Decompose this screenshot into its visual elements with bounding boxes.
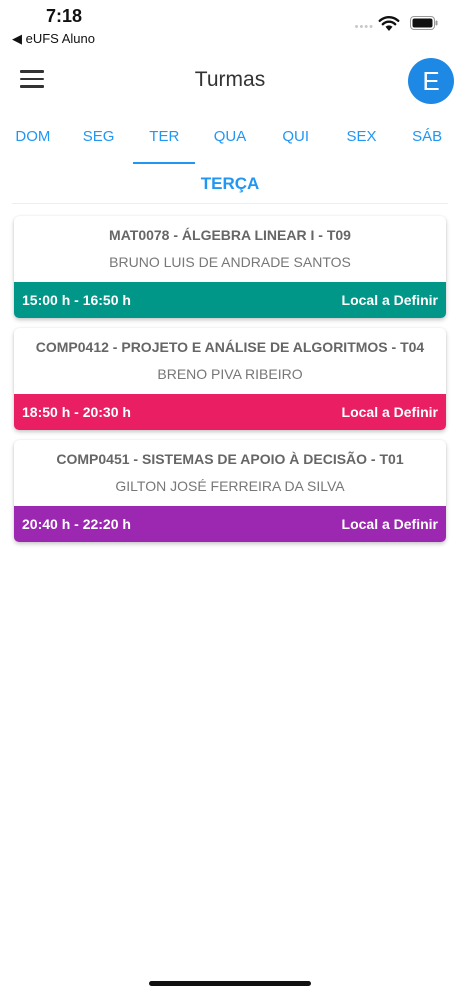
day-heading: TERÇA	[200, 174, 260, 193]
tab-qui[interactable]: QUI	[263, 118, 329, 166]
class-card-body: MAT0078 - ÁLGEBRA LINEAR I - T09 BRUNO L…	[14, 216, 446, 282]
tab-ter[interactable]: TER	[131, 118, 197, 166]
class-card-body: COMP0412 - PROJETO E ANÁLISE DE ALGORITM…	[14, 328, 446, 394]
tab-sab[interactable]: SÁB	[394, 118, 460, 166]
back-to-app-link[interactable]: ◀ eUFS Aluno	[12, 31, 95, 47]
class-card[interactable]: COMP0412 - PROJETO E ANÁLISE DE ALGORITM…	[14, 328, 446, 430]
status-time: 7:18	[46, 6, 83, 26]
class-time: 20:40 h - 22:20 h	[22, 516, 131, 532]
class-time: 15:00 h - 16:50 h	[22, 292, 131, 308]
class-location: Local a Definir	[341, 404, 438, 420]
class-time: 18:50 h - 20:30 h	[22, 404, 131, 420]
course-name: COMP0451 - SISTEMAS DE APOIO À DECISÃO -…	[56, 451, 404, 467]
page-title: Turmas	[194, 68, 266, 91]
course-name: COMP0412 - PROJETO E ANÁLISE DE ALGORITM…	[35, 339, 425, 355]
home-indicator[interactable]	[149, 981, 311, 986]
tab-qua[interactable]: QUA	[197, 118, 263, 166]
course-name: MAT0078 - ÁLGEBRA LINEAR I - T09	[109, 227, 351, 243]
class-location: Local a Definir	[341, 516, 438, 532]
class-card[interactable]: MAT0078 - ÁLGEBRA LINEAR I - T09 BRUNO L…	[14, 216, 446, 318]
teacher-name: GILTON JOSÉ FERREIRA DA SILVA	[115, 478, 345, 494]
class-time-bar: 20:40 h - 22:20 h Local a Definir	[14, 506, 446, 542]
class-list: MAT0078 - ÁLGEBRA LINEAR I - T09 BRUNO L…	[14, 216, 446, 552]
tab-dom[interactable]: DOM	[0, 118, 66, 166]
tab-seg[interactable]: SEG	[66, 118, 132, 166]
class-location: Local a Definir	[341, 292, 438, 308]
divider	[12, 203, 448, 204]
class-card-body: COMP0451 - SISTEMAS DE APOIO À DECISÃO -…	[14, 440, 446, 506]
app-header: Turmas E	[0, 52, 460, 110]
class-card[interactable]: COMP0451 - SISTEMAS DE APOIO À DECISÃO -…	[14, 440, 446, 542]
avatar[interactable]: E	[408, 58, 454, 104]
status-bar: 7:18 ◀ eUFS Aluno ••••	[0, 0, 460, 48]
class-time-bar: 15:00 h - 16:50 h Local a Definir	[14, 282, 446, 318]
teacher-name: BRUNO LUIS DE ANDRADE SANTOS	[109, 254, 351, 270]
day-tabs: DOM SEG TER QUA QUI SEX SÁB	[0, 118, 460, 166]
wifi-icon	[378, 16, 400, 31]
teacher-name: BRENO PIVA RIBEIRO	[157, 366, 303, 382]
class-time-bar: 18:50 h - 20:30 h Local a Definir	[14, 394, 446, 430]
cellular-signal-icon: ••••	[354, 21, 374, 33]
tab-sex[interactable]: SEX	[329, 118, 395, 166]
battery-icon	[410, 16, 438, 30]
